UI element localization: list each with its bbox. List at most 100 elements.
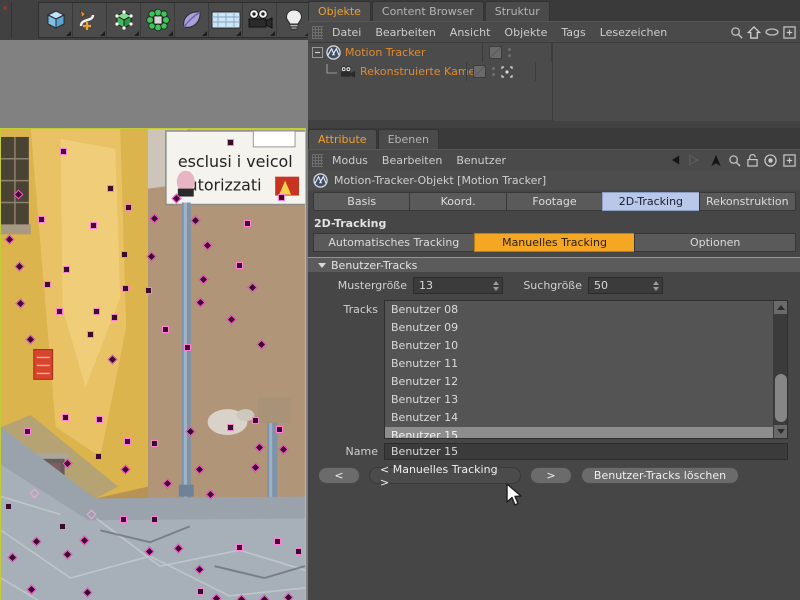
menu-datei[interactable]: Datei xyxy=(325,22,368,43)
forward-arrow-icon[interactable] xyxy=(688,154,704,166)
camera-glyph xyxy=(246,8,274,32)
array-deformer-icon[interactable] xyxy=(141,3,175,37)
target-tag-icon[interactable] xyxy=(501,66,513,78)
menu-objekte[interactable]: Objekte xyxy=(497,22,554,43)
menubar-grip-icon[interactable] xyxy=(312,26,323,39)
nurbs-generator-icon[interactable] xyxy=(107,3,141,37)
plus-box-icon[interactable] xyxy=(783,154,796,167)
subtab-automatisches-tracking[interactable]: Automatisches Tracking xyxy=(313,233,475,252)
material-tag-icon[interactable] xyxy=(473,65,486,78)
search-size-field[interactable]: 50 xyxy=(588,277,663,294)
tracks-list[interactable]: Benutzer 08 Benutzer 09 Benutzer 10 Benu… xyxy=(384,300,788,439)
target-icon[interactable] xyxy=(764,154,777,167)
tracks-scrollbar[interactable] xyxy=(773,301,787,438)
list-item[interactable]: Benutzer 09 xyxy=(385,319,787,337)
list-item[interactable]: Benutzer 08 xyxy=(385,301,787,319)
list-item-selected[interactable]: Benutzer 15 xyxy=(385,427,787,439)
subtab-manuelles-tracking[interactable]: Manuelles Tracking xyxy=(474,233,636,252)
scroll-up-button[interactable] xyxy=(774,301,788,314)
search-size-stepper[interactable] xyxy=(653,281,659,291)
menu-bearbeiten[interactable]: Bearbeiten xyxy=(368,22,442,43)
menu-benutzer[interactable]: Benutzer xyxy=(449,150,513,171)
spline-pen-icon[interactable] xyxy=(73,3,107,37)
tool-flyout-corner xyxy=(202,31,207,36)
floor-environment-icon[interactable] xyxy=(209,3,243,37)
search-size-value: 50 xyxy=(594,279,608,292)
viewport[interactable]: esclusi i veicol autorizzati xyxy=(0,40,308,600)
scrollbar-track[interactable] xyxy=(774,314,788,425)
pattern-size-field[interactable]: 13 xyxy=(413,277,503,294)
light-icon[interactable] xyxy=(277,3,311,37)
object-manager-menubar: Datei Bearbeiten Ansicht Objekte Tags Le… xyxy=(308,21,800,42)
scrollbar-thumb[interactable] xyxy=(775,374,787,422)
list-item[interactable]: Benutzer 14 xyxy=(385,409,787,427)
tab-rekonstruktion[interactable]: Rekonstruktion xyxy=(699,192,796,211)
toolbar-grip[interactable] xyxy=(0,2,12,38)
search-icon[interactable] xyxy=(730,26,743,39)
home-icon[interactable] xyxy=(747,26,761,39)
object-tree[interactable]: Motion Tracker Rekonstruierte Kamer xyxy=(308,42,800,120)
delete-user-tracks-button[interactable]: Benutzer-Tracks löschen xyxy=(581,467,739,484)
chevron-down-icon xyxy=(318,263,326,268)
tree-row-motion-tracker[interactable]: Motion Tracker xyxy=(308,43,800,62)
scene-object-icon[interactable] xyxy=(175,3,209,37)
deformer-glyph xyxy=(145,8,171,32)
tree-row-rekonstruierte-kamera[interactable]: Rekonstruierte Kamera xyxy=(308,62,800,81)
eye-icon[interactable] xyxy=(765,27,779,37)
scroll-down-button[interactable] xyxy=(774,425,788,438)
scene-glyph xyxy=(179,8,205,32)
camera-icon xyxy=(339,65,356,79)
cube-primitive-icon[interactable] xyxy=(39,3,73,37)
list-item[interactable]: Benutzer 11 xyxy=(385,355,787,373)
camera-icon[interactable] xyxy=(243,3,277,37)
visibility-dots-icon[interactable] xyxy=(492,67,495,76)
tab-content-browser[interactable]: Content Browser xyxy=(372,1,484,21)
application-window: esclusi i veicol autorizzati xyxy=(0,0,800,600)
back-arrow-icon[interactable] xyxy=(672,154,688,166)
search-icon[interactable] xyxy=(728,154,741,167)
plus-box-icon[interactable] xyxy=(783,26,796,39)
lock-icon[interactable] xyxy=(747,154,758,167)
visibility-dots-icon[interactable] xyxy=(508,48,511,57)
footage-image[interactable]: esclusi i veicol autorizzati xyxy=(0,128,306,600)
tab-objekte[interactable]: Objekte xyxy=(308,1,371,21)
subtab-optionen[interactable]: Optionen xyxy=(634,233,796,252)
menu-bearbeiten[interactable]: Bearbeiten xyxy=(375,150,449,171)
tab-attribute[interactable]: Attribute xyxy=(308,129,377,149)
pattern-size-stepper[interactable] xyxy=(493,281,499,291)
menu-ansicht[interactable]: Ansicht xyxy=(443,22,498,43)
cube-glyph xyxy=(44,8,68,32)
group-header-label: Benutzer-Tracks xyxy=(331,259,417,272)
motion-tracker-icon xyxy=(313,173,328,188)
label-suchgroesse: Suchgröße xyxy=(503,279,588,292)
list-item[interactable]: Benutzer 10 xyxy=(385,337,787,355)
tab-footage[interactable]: Footage xyxy=(506,192,603,211)
name-input[interactable]: Benutzer 15 xyxy=(384,443,788,460)
next-button[interactable]: > xyxy=(530,467,572,484)
menubar-grip-icon[interactable] xyxy=(312,154,323,167)
prev-button[interactable]: < xyxy=(318,467,360,484)
tool-flyout-corner xyxy=(236,31,241,36)
list-item[interactable]: Benutzer 13 xyxy=(385,391,787,409)
up-arrow-icon[interactable] xyxy=(710,154,722,167)
list-item[interactable]: Benutzer 12 xyxy=(385,373,787,391)
group-header-benutzer-tracks[interactable]: Benutzer-Tracks xyxy=(308,257,800,272)
menu-modus[interactable]: Modus xyxy=(325,150,375,171)
manual-tracking-button[interactable]: < Manuelles Tracking > xyxy=(369,467,521,484)
section-title: 2D-Tracking xyxy=(308,217,800,230)
attribute-manager-toolbar-icons xyxy=(672,154,800,167)
tab-basis[interactable]: Basis xyxy=(313,192,410,211)
svg-text:esclusi i veicol: esclusi i veicol xyxy=(178,152,293,171)
floor-grid-glyph xyxy=(211,8,241,32)
object-manager-toolbar-icons xyxy=(730,26,800,39)
menu-tags[interactable]: Tags xyxy=(554,22,592,43)
tab-ebenen[interactable]: Ebenen xyxy=(378,129,439,149)
tab-struktur[interactable]: Struktur xyxy=(485,1,550,21)
tab-koord[interactable]: Koord. xyxy=(409,192,506,211)
material-tag-icon[interactable] xyxy=(489,46,502,59)
tree-tag-column-1 xyxy=(466,62,536,81)
label-mustergroesse: Mustergröße xyxy=(308,279,413,292)
tab-2d-tracking[interactable]: 2D-Tracking xyxy=(602,192,699,211)
menu-lesezeichen[interactable]: Lesezeichen xyxy=(593,22,675,43)
collapse-toggle-icon[interactable] xyxy=(312,47,323,58)
